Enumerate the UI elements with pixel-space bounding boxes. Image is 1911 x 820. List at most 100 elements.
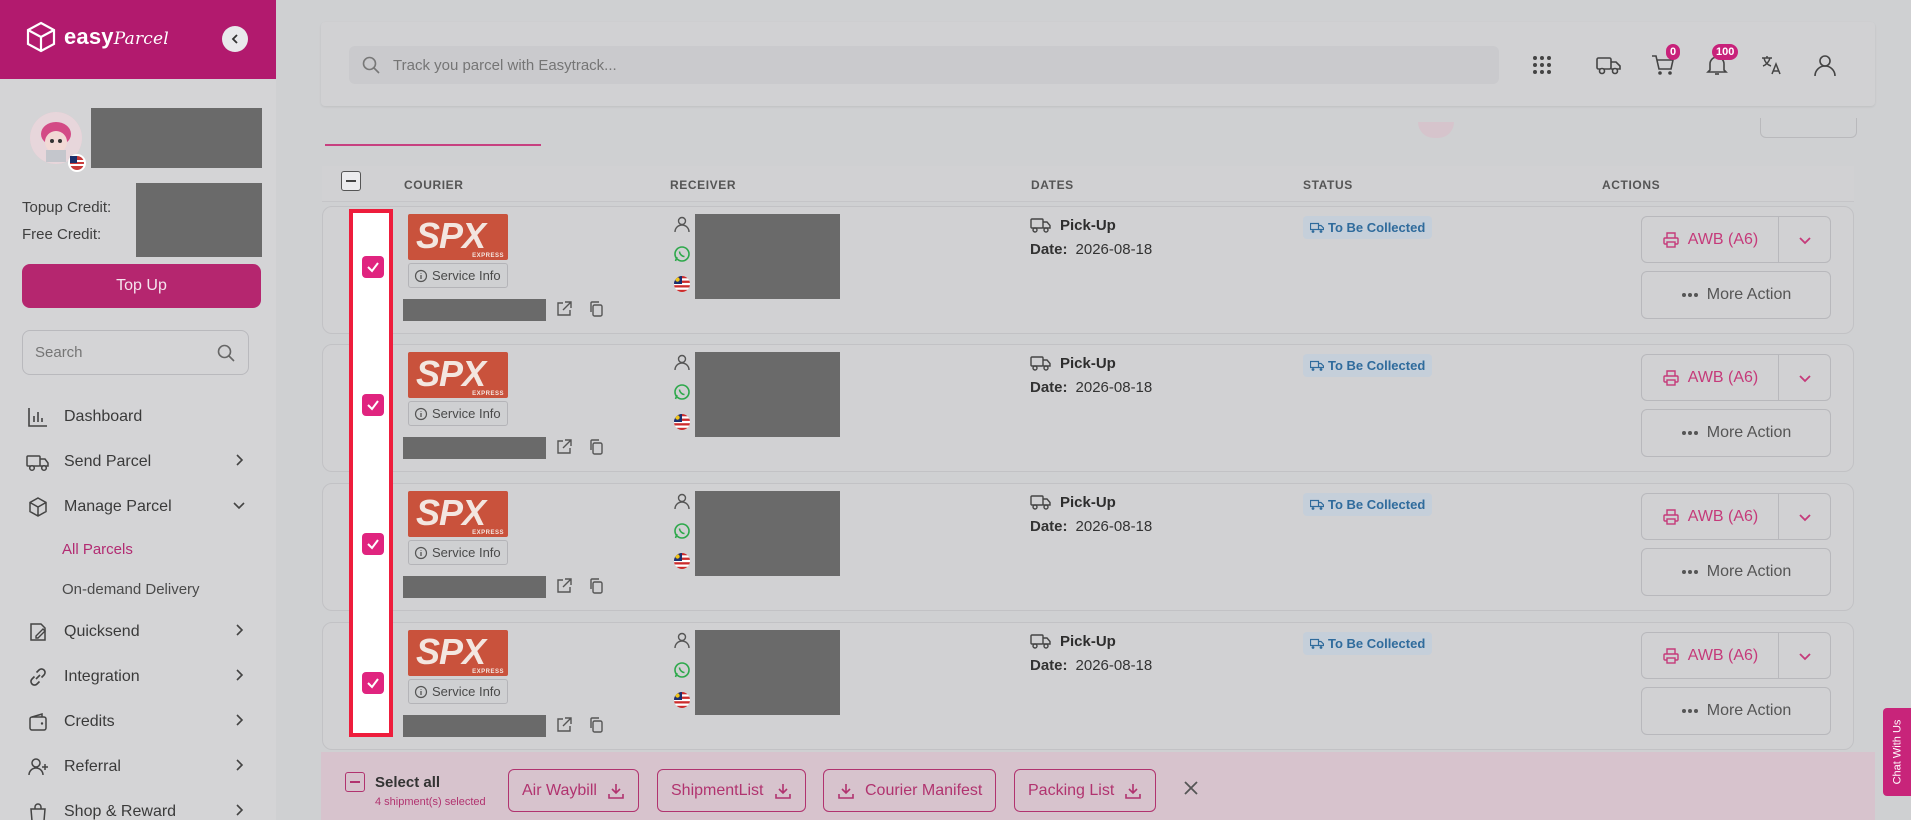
selected-count: 4 shipment(s) selected: [375, 796, 486, 808]
status-badge: To Be Collected: [1303, 216, 1433, 239]
close-icon[interactable]: [1181, 778, 1201, 798]
date-type: Pick-Up: [1030, 493, 1116, 511]
service-info-button[interactable]: Service Info: [408, 401, 508, 426]
row-checkbox-checked[interactable]: [362, 672, 384, 694]
sidebar-item-label: Send Parcel: [64, 452, 152, 470]
status-truck-icon: [1310, 499, 1324, 510]
whatsapp-icon[interactable]: [671, 381, 693, 403]
row-checkbox-checked[interactable]: [362, 394, 384, 416]
awb-dropdown-toggle[interactable]: [1779, 494, 1830, 539]
free-credit-label: Free Credit:: [22, 226, 102, 243]
sidebar-item-quicksend[interactable]: Quicksend: [0, 609, 276, 654]
sidebar-search[interactable]: [22, 330, 249, 375]
partial-control[interactable]: [1760, 118, 1857, 138]
courier-name: SPX: [416, 631, 486, 672]
date-label: Date:: [1030, 657, 1068, 674]
courier-subname: EXPRESS: [472, 391, 504, 397]
copy-icon[interactable]: [584, 297, 608, 321]
notification-count-badge: 100: [1712, 44, 1739, 60]
cart-icon[interactable]: 0: [1648, 44, 1681, 80]
awb-dropdown-toggle[interactable]: [1779, 355, 1830, 400]
external-link-icon[interactable]: [552, 435, 576, 459]
select-all-checkbox[interactable]: [345, 772, 365, 792]
sidebar-item-send-parcel[interactable]: Send Parcel: [0, 439, 276, 484]
sidebar-item-referral[interactable]: Referral: [0, 744, 276, 789]
print-awb-button[interactable]: AWB (A6): [1642, 355, 1779, 400]
sidebar-item-integration[interactable]: Integration: [0, 654, 276, 699]
person-icon: [671, 490, 693, 512]
print-awb-button[interactable]: AWB (A6): [1642, 633, 1779, 678]
sidebar-item-credits[interactable]: Credits: [0, 699, 276, 744]
sidebar-item-label: Referral: [64, 757, 121, 775]
copy-icon[interactable]: [584, 435, 608, 459]
whatsapp-icon[interactable]: [671, 520, 693, 542]
sidebar-subitem-all-parcels[interactable]: All Parcels: [0, 529, 276, 569]
more-action-button[interactable]: More Action: [1641, 687, 1831, 735]
translate-icon[interactable]: [1757, 50, 1787, 80]
service-info-button[interactable]: Service Info: [408, 679, 508, 704]
external-link-icon[interactable]: [552, 713, 576, 737]
sidebar-item-shop-reward[interactable]: Shop & Reward: [0, 789, 276, 820]
air-waybill-button[interactable]: Air Waybill: [508, 769, 639, 812]
chevron-right-icon: [236, 669, 244, 681]
more-action-label: More Action: [1706, 286, 1792, 303]
row-checkbox-checked[interactable]: [362, 256, 384, 278]
sidebar-subitem-on-demand[interactable]: On-demand Delivery: [0, 569, 276, 609]
date-type-label: Pick-Up: [1060, 632, 1116, 650]
chevron-right-icon: [236, 804, 244, 816]
sidebar-nav: Dashboard Send Parcel Manage Parcel All …: [0, 394, 276, 820]
easytrack-input[interactable]: [393, 56, 1293, 74]
download-icon: [774, 783, 791, 799]
user-plus-icon: [26, 755, 50, 779]
copy-icon[interactable]: [584, 713, 608, 737]
bell-icon[interactable]: 100: [1702, 44, 1739, 80]
bag-icon: [26, 800, 50, 820]
external-link-icon[interactable]: [552, 574, 576, 598]
row-checkbox-checked[interactable]: [362, 533, 384, 555]
service-info-label: Service Info: [432, 545, 501, 560]
easytrack-search[interactable]: [349, 46, 1499, 84]
sidebar-item-dashboard[interactable]: Dashboard: [0, 394, 276, 439]
chat-with-us-button[interactable]: Chat With Us: [1883, 708, 1911, 796]
logo[interactable]: easyParcel: [24, 20, 169, 54]
avatar[interactable]: [30, 112, 86, 172]
whatsapp-icon[interactable]: [671, 659, 693, 681]
spx-express-logo: SPX EXPRESS: [408, 491, 508, 537]
date-type: Pick-Up: [1030, 632, 1116, 650]
sidebar-item-label: Integration: [64, 667, 140, 685]
copy-icon[interactable]: [584, 574, 608, 598]
spx-express-logo: SPX EXPRESS: [408, 630, 508, 676]
apps-grid-icon[interactable]: [1527, 50, 1557, 80]
sidebar-search-input[interactable]: [35, 344, 195, 361]
packing-list-button[interactable]: Packing List: [1014, 769, 1157, 812]
top-up-button[interactable]: Top Up: [22, 264, 261, 308]
print-awb-button[interactable]: AWB (A6): [1642, 217, 1779, 262]
sidebar-item-manage-parcel[interactable]: Manage Parcel: [0, 484, 276, 529]
courier-manifest-button[interactable]: Courier Manifest: [823, 769, 997, 812]
service-info-label: Service Info: [432, 268, 501, 283]
awb-dropdown-toggle[interactable]: [1779, 217, 1830, 262]
shipment-list-button[interactable]: ShipmentList: [657, 769, 806, 812]
date-value: 2026-08-18: [1075, 518, 1153, 535]
header-select-checkbox[interactable]: [341, 171, 361, 191]
collapse-sidebar-button[interactable]: [222, 26, 248, 52]
malaysia-flag-icon: [671, 550, 693, 572]
shipment-list-label: ShipmentList: [671, 781, 764, 799]
whatsapp-icon[interactable]: [671, 243, 693, 265]
date-value: 2026-08-18: [1075, 379, 1153, 396]
awb-label: AWB (A6): [1687, 507, 1759, 525]
awb-dropdown-toggle[interactable]: [1779, 633, 1830, 678]
courier-subname: EXPRESS: [472, 530, 504, 536]
shipping-truck-icon[interactable]: [1594, 50, 1624, 80]
more-action-button[interactable]: More Action: [1641, 271, 1831, 319]
date-type: Pick-Up: [1030, 216, 1116, 234]
user-account-icon[interactable]: [1810, 50, 1840, 80]
service-info-button[interactable]: Service Info: [408, 263, 508, 288]
more-action-button[interactable]: More Action: [1641, 548, 1831, 596]
service-info-button[interactable]: Service Info: [408, 540, 508, 565]
select-all-label[interactable]: Select all: [375, 774, 440, 791]
print-awb-button[interactable]: AWB (A6): [1642, 494, 1779, 539]
search-icon[interactable]: [216, 343, 236, 363]
more-action-button[interactable]: More Action: [1641, 409, 1831, 457]
external-link-icon[interactable]: [552, 297, 576, 321]
